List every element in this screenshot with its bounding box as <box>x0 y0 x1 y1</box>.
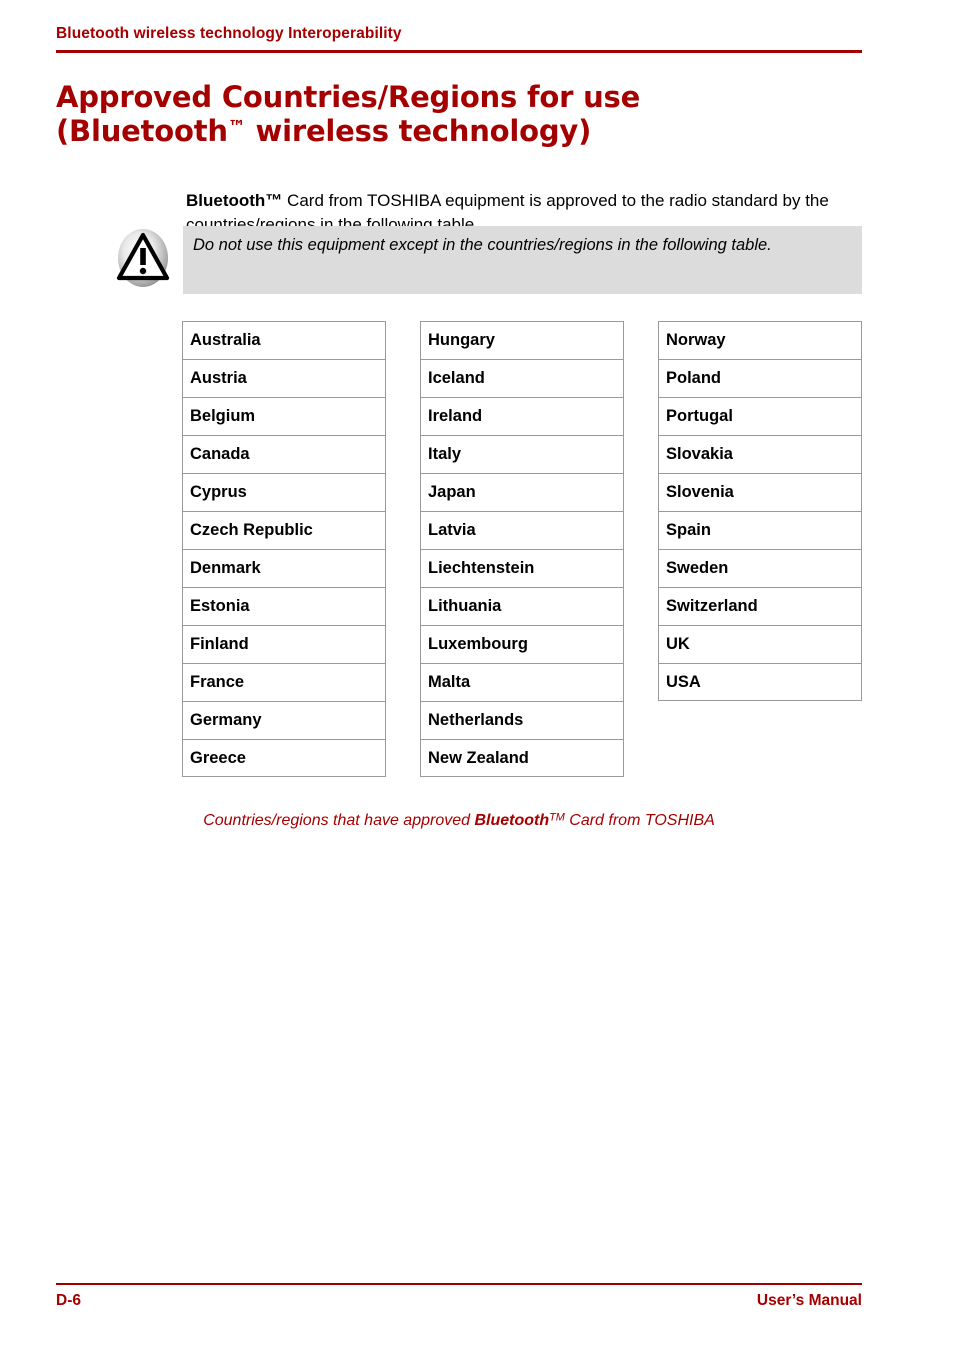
page-title-line-2-prefix: (Bluetooth <box>56 114 228 148</box>
table-cell: Finland <box>182 625 386 663</box>
warning-note: Do not use this equipment except in the … <box>114 226 862 294</box>
table-cell: Liechtenstein <box>420 549 624 587</box>
header-divider-rule <box>56 50 862 53</box>
table-cell: Slovenia <box>658 473 862 511</box>
warning-triangle-icon <box>114 228 172 288</box>
table-cell: Netherlands <box>420 701 624 739</box>
table-cell: Greece <box>182 739 386 777</box>
page-title-line-2: (Bluetooth™ wireless technology) <box>56 114 886 148</box>
table-cell: Germany <box>182 701 386 739</box>
table-cell: New Zealand <box>420 739 624 777</box>
table-cell: Spain <box>658 511 862 549</box>
table-cell: Austria <box>182 359 386 397</box>
trademark-symbol-title: ™ <box>227 116 246 138</box>
table-cell: Iceland <box>420 359 624 397</box>
table-cell: Denmark <box>182 549 386 587</box>
approved-countries-table: Australia Austria Belgium Canada Cyprus … <box>182 321 862 777</box>
page-title-line-1: Approved Countries/Regions for use <box>56 80 641 114</box>
caption-prefix: Countries/regions that have approved <box>203 812 475 829</box>
table-cell: Estonia <box>182 587 386 625</box>
page-title-line-2-suffix: wireless technology) <box>245 114 592 148</box>
caption-suffix: Card from TOSHIBA <box>564 812 715 829</box>
warning-note-text: Do not use this equipment except in the … <box>193 236 772 254</box>
table-cell: France <box>182 663 386 701</box>
table-cell: Lithuania <box>420 587 624 625</box>
table-cell: Japan <box>420 473 624 511</box>
table-cell: Australia <box>182 321 386 359</box>
table-caption: Countries/regions that have approved Blu… <box>56 812 862 830</box>
table-cell: Belgium <box>182 397 386 435</box>
table-cell: Slovakia <box>658 435 862 473</box>
table-cell: Cyprus <box>182 473 386 511</box>
country-column-1: Australia Austria Belgium Canada Cyprus … <box>182 321 386 777</box>
table-cell: Switzerland <box>658 587 862 625</box>
table-cell: Latvia <box>420 511 624 549</box>
table-cell: Sweden <box>658 549 862 587</box>
footer-divider-rule <box>56 1283 862 1285</box>
table-cell: Portugal <box>658 397 862 435</box>
trademark-symbol-intro: ™ <box>265 191 283 210</box>
country-column-2: Hungary Iceland Ireland Italy Japan Latv… <box>420 321 624 777</box>
table-cell: Hungary <box>420 321 624 359</box>
document-page: Bluetooth wireless technology Interopera… <box>0 0 954 1352</box>
table-cell: UK <box>658 625 862 663</box>
table-cell: USA <box>658 663 862 701</box>
running-header: Bluetooth wireless technology Interopera… <box>56 25 862 43</box>
table-cell: Czech Republic <box>182 511 386 549</box>
running-header-title: Bluetooth wireless technology Interopera… <box>56 25 402 42</box>
table-cell: Italy <box>420 435 624 473</box>
table-cell: Ireland <box>420 397 624 435</box>
table-cell: Canada <box>182 435 386 473</box>
table-cell: Malta <box>420 663 624 701</box>
table-cell: Norway <box>658 321 862 359</box>
trademark-symbol-caption: TM <box>549 811 565 824</box>
country-column-3: Norway Poland Portugal Slovakia Slovenia… <box>658 321 862 777</box>
footer-manual-label: User’s Manual <box>756 1292 862 1309</box>
caption-brand-name: Bluetooth <box>474 812 550 829</box>
table-cell: Luxembourg <box>420 625 624 663</box>
intro-brand-name: Bluetooth <box>186 191 266 210</box>
table-cell: Poland <box>658 359 862 397</box>
footer-page-number: D-6 <box>56 1292 81 1309</box>
page-title: Approved Countries/Regions for use (Blue… <box>56 80 886 148</box>
warning-note-box: Do not use this equipment except in the … <box>183 226 862 294</box>
